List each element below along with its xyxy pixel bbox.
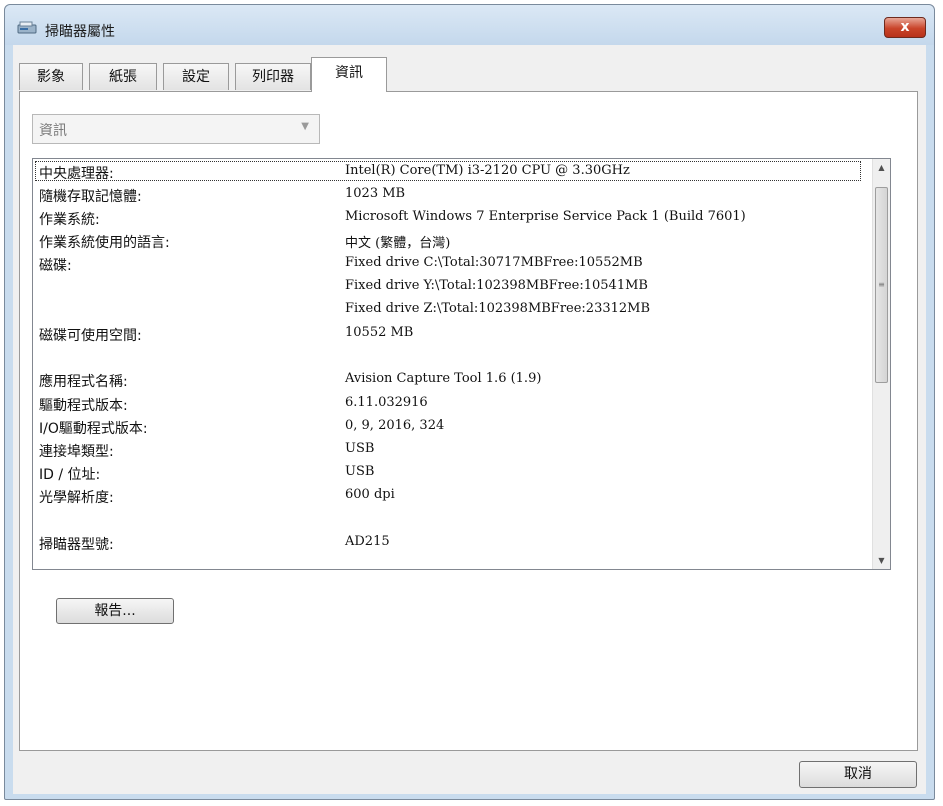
info-value: Microsoft Windows 7 Enterprise Service P… — [345, 209, 746, 224]
info-key: 應用程式名稱: — [39, 374, 128, 390]
info-value: 600 dpi — [345, 487, 395, 502]
info-key: 掃瞄器型號: — [39, 537, 114, 553]
system-info-list[interactable]: 中央處理器: Intel(R) Core(TM) i3-2120 CPU @ 3… — [32, 158, 891, 570]
info-value: USB — [345, 441, 375, 456]
info-value: 6.11.032916 — [345, 395, 428, 410]
list-item[interactable]: I/O驅動程式版本: 0, 9, 2016, 324 — [33, 416, 863, 438]
close-icon: x — [900, 19, 910, 35]
info-value: 1023 MB — [345, 186, 406, 201]
close-button[interactable]: x — [884, 17, 926, 38]
list-item[interactable]: 隨機存取記憶體: 1023 MB — [33, 184, 863, 206]
list-item[interactable]: 中央處理器: Intel(R) Core(TM) i3-2120 CPU @ 3… — [33, 161, 863, 183]
title-bar[interactable]: 掃瞄器屬性 x — [5, 5, 934, 45]
chevron-down-icon: ▼ — [301, 121, 309, 132]
info-key: 隨機存取記憶體: — [39, 189, 142, 205]
info-key: 作業系統使用的語言: — [39, 235, 170, 251]
tab-printer[interactable]: 列印器 — [235, 63, 311, 90]
list-item[interactable]: 掃瞄器型號: AD215 — [33, 532, 863, 554]
info-category-dropdown[interactable]: 資訊 ▼ — [32, 114, 320, 144]
info-key: 連接埠類型: — [39, 444, 114, 460]
scroll-down-icon[interactable]: ▼ — [873, 552, 890, 569]
info-value: USB — [345, 464, 375, 479]
list-item[interactable]: 光學解析度: 600 dpi — [33, 485, 863, 507]
report-button[interactable]: 報告... — [56, 598, 174, 624]
list-item[interactable]: 作業系統使用的語言: 中文 (繁體，台灣) — [33, 230, 863, 252]
info-key: 光學解析度: — [39, 490, 114, 506]
tab-information[interactable]: 資訊 — [311, 57, 387, 92]
tab-settings[interactable]: 設定 — [163, 63, 229, 90]
info-key: ID / 位址: — [39, 467, 101, 483]
scroll-up-icon[interactable]: ▲ — [873, 159, 890, 176]
list-item[interactable]: 驅動程式版本: 6.11.032916 — [33, 393, 863, 415]
tab-image[interactable]: 影象 — [19, 63, 83, 90]
scroll-thumb[interactable]: ≡ — [875, 187, 888, 383]
info-value: 中文 (繁體，台灣) — [345, 236, 451, 251]
dropdown-value: 資訊 — [39, 123, 67, 139]
list-item[interactable]: ID / 位址: USB — [33, 462, 863, 484]
info-key: 驅動程式版本: — [39, 398, 128, 414]
info-key: 作業系統: — [39, 212, 100, 228]
tab-paper[interactable]: 紙張 — [89, 63, 157, 90]
list-item[interactable]: 連接埠類型: USB — [33, 439, 863, 461]
info-key: I/O驅動程式版本: — [39, 421, 148, 437]
info-value: AD215 — [345, 534, 390, 549]
scanner-properties-window: 掃瞄器屬性 x 影象 紙張 設定 列印器 資訊 資訊 ▼ 中央處理器: Inte… — [4, 4, 935, 800]
list-item[interactable]: 應用程式名稱: Avision Capture Tool 1.6 (1.9) — [33, 369, 863, 391]
list-item[interactable]: 作業系統: Microsoft Windows 7 Enterprise Ser… — [33, 207, 863, 229]
info-value: 10552 MB — [345, 325, 414, 340]
scanner-icon — [17, 21, 37, 34]
info-value: Avision Capture Tool 1.6 (1.9) — [345, 371, 542, 386]
info-value: 0, 9, 2016, 324 — [345, 418, 445, 433]
list-item[interactable]: 磁碟可使用空間: 10552 MB — [33, 323, 863, 345]
grip-icon: ≡ — [878, 280, 885, 289]
info-key: 磁碟: — [39, 258, 72, 274]
info-value: Fixed drive Z:\Total:102398MBFree:23312M… — [345, 301, 651, 316]
cancel-button[interactable]: 取消 — [799, 761, 917, 788]
info-value: Fixed drive Y:\Total:102398MBFree:10541M… — [345, 278, 648, 293]
list-item[interactable]: 磁碟: Fixed drive C:\Total:30717MBFree:105… — [33, 253, 863, 275]
window-title: 掃瞄器屬性 — [45, 24, 115, 40]
info-value: Intel(R) Core(TM) i3-2120 CPU @ 3.30GHz — [345, 163, 630, 178]
list-item[interactable]: Fixed drive Z:\Total:102398MBFree:23312M… — [33, 299, 863, 321]
vertical-scrollbar[interactable]: ▲ ≡ ▼ — [872, 159, 890, 569]
info-key: 磁碟可使用空間: — [39, 328, 142, 344]
info-value: Fixed drive C:\Total:30717MBFree:10552MB — [345, 255, 643, 270]
dialog-client-area: 影象 紙張 設定 列印器 資訊 資訊 ▼ 中央處理器: Intel(R) Cor… — [13, 45, 926, 794]
info-key: 中央處理器: — [39, 166, 114, 182]
list-item[interactable]: Fixed drive Y:\Total:102398MBFree:10541M… — [33, 276, 863, 298]
information-panel: 資訊 ▼ 中央處理器: Intel(R) Core(TM) i3-2120 CP… — [19, 91, 918, 751]
